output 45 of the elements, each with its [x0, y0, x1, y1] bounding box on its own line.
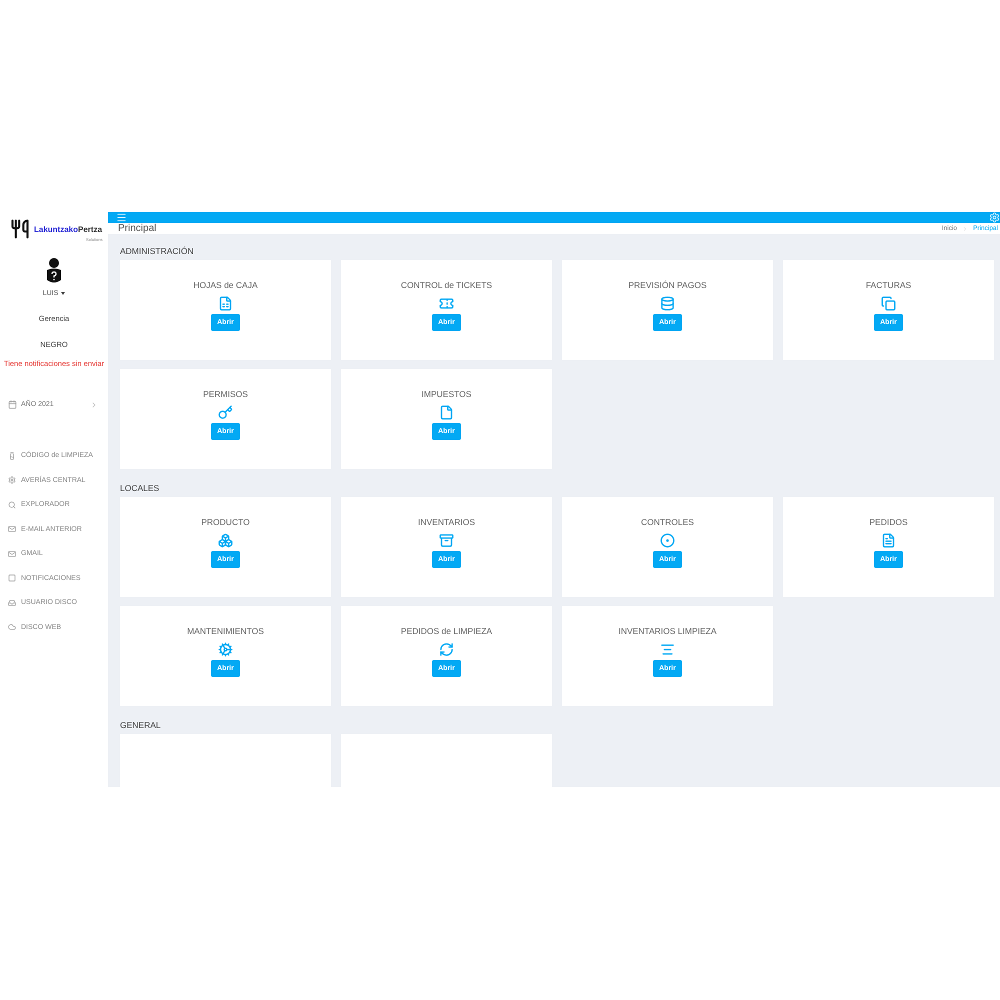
card-title: PREVISIÓN PAGOS: [628, 280, 707, 290]
lines-icon: [660, 642, 675, 657]
mail-icon: [8, 550, 16, 558]
card-title: CONTROL de TICKETS: [400, 280, 492, 290]
section-title: GENERAL: [120, 720, 162, 730]
settings-icon[interactable]: [989, 212, 1000, 223]
bottle-icon: [8, 452, 16, 460]
card-title: IMPUESTOS: [422, 389, 472, 399]
refresh-icon: [439, 642, 454, 657]
ticket-icon: [439, 296, 454, 311]
section-title: ADMINISTRACIÓN: [120, 246, 195, 256]
search-icon: [8, 500, 16, 508]
boxes-icon: [218, 533, 233, 548]
card-title: INVENTARIOS LIMPIEZA: [618, 626, 717, 636]
card-title: MANTENIMIENTOS: [187, 626, 264, 636]
inbox-icon: [8, 598, 16, 606]
avatar-icon: [46, 258, 62, 284]
key-icon: [218, 405, 233, 420]
breadcrumb-separator-icon: [962, 226, 968, 232]
file-icon: [439, 405, 454, 420]
window-icon: [8, 574, 16, 582]
chevron-icon: [90, 400, 98, 408]
copy-icon: [881, 296, 896, 311]
mail-icon: [8, 525, 16, 533]
card-title: CONTROLES: [641, 517, 694, 527]
cutlery-icon: [10, 219, 30, 239]
brand-name: LakuntzakoPertza: [34, 224, 102, 234]
section-title: LOCALES: [120, 483, 160, 493]
card-title: PEDIDOS: [869, 517, 908, 527]
cloud-icon: [8, 623, 16, 631]
target-icon: [660, 533, 675, 548]
card-title: FACTURAS: [866, 280, 912, 290]
card-title: HOJAS de CAJA: [193, 280, 258, 290]
archive-icon: [439, 533, 454, 548]
card-title: INVENTARIOS: [418, 517, 475, 527]
spreadsheet-file-icon: [218, 296, 233, 311]
document-icon: [881, 533, 896, 548]
calendar-icon: [8, 400, 17, 409]
card-title: PEDIDOS de LIMPIEZA: [400, 626, 492, 636]
page-title: Principal: [118, 223, 156, 234]
card-title: PERMISOS: [203, 389, 248, 399]
database-icon: [660, 296, 675, 311]
card-title: PRODUCTO: [201, 517, 250, 527]
menu-icon[interactable]: [116, 212, 127, 223]
settings-icon: [8, 476, 16, 484]
